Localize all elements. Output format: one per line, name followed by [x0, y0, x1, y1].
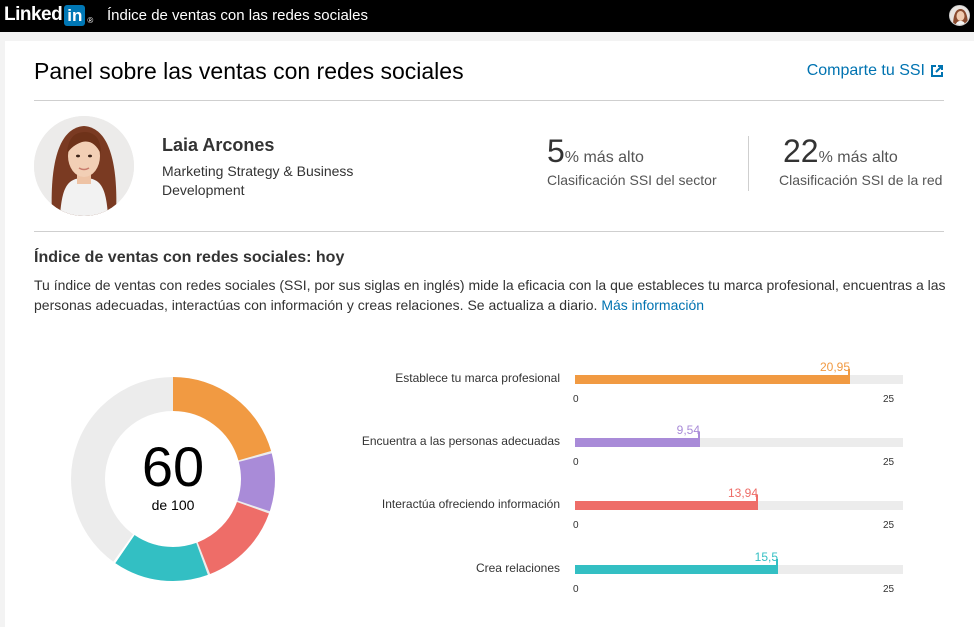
profile-photo [34, 116, 134, 216]
linkedin-logo[interactable]: Linked in ® [4, 4, 93, 26]
axis-max-label: 25 [883, 584, 895, 595]
network-rank: 22% más alto Clasificación SSI de la red [779, 133, 942, 188]
sector-rank-value: 5 [547, 133, 565, 169]
sector-rank-suffix: % más alto [564, 149, 644, 166]
ssi-description: Tu índice de ventas con redes sociales (… [34, 275, 949, 315]
axis-max-label: 25 [883, 394, 895, 405]
bar-label: Interactúa ofreciendo información [381, 497, 560, 511]
bar-value: 13,94 [727, 486, 758, 500]
rank-divider [748, 136, 749, 191]
share-ssi-link[interactable]: Comparte tu SSI [807, 62, 943, 80]
network-rank-label: Clasificación SSI de la red [779, 172, 943, 188]
account-avatar[interactable] [949, 5, 970, 26]
user-avatar-icon [950, 6, 969, 25]
bar-track [575, 495, 903, 510]
profile-name: Laia Arcones [162, 135, 275, 155]
app-title: Índice de ventas con las redes sociales [107, 7, 368, 24]
bar-value: 9,54 [676, 423, 700, 437]
logo-text: Linked [4, 4, 63, 25]
bar-label: Establece tu marca profesional [395, 371, 560, 385]
dashboard-card: Panel sobre las ventas con redes sociale… [5, 41, 974, 627]
profile-role: Marketing Strategy & Business Developmen… [162, 163, 354, 198]
bar-label: Encuentra a las personas adecuadas [361, 434, 560, 448]
top-bar: Linked in ® Índice de ventas con las red… [0, 0, 974, 32]
ssi-section-title: Índice de ventas con redes sociales: hoy [34, 249, 345, 266]
axis-min-label: 0 [573, 584, 579, 595]
ssi-description-text: Tu índice de ventas con redes sociales (… [34, 277, 946, 313]
network-rank-suffix: % más alto [818, 149, 898, 166]
bar-row-people: Encuentra a las personas adecuadas 9,54 … [5, 423, 974, 473]
bar-value: 15,5 [754, 550, 778, 564]
bar-row-insights: Interactúa ofreciendo información 13,94 … [5, 486, 974, 536]
bar-value: 20,95 [819, 360, 850, 374]
more-info-link[interactable]: Más información [601, 297, 704, 313]
axis-min-label: 0 [573, 394, 579, 405]
header-divider [34, 100, 944, 101]
logo-in-badge: in [64, 4, 86, 26]
network-rank-value: 22 [783, 133, 819, 169]
bar-row-brand: Establece tu marca profesional 20,95 0 2… [5, 360, 974, 410]
bar-track [575, 369, 903, 384]
bar-fill [575, 565, 778, 574]
profile-divider [34, 231, 944, 232]
registered-mark: ® [87, 16, 94, 25]
axis-min-label: 0 [573, 520, 579, 531]
axis-max-label: 25 [883, 520, 895, 531]
bar-fill [575, 375, 850, 384]
bar-track [575, 559, 903, 574]
external-link-icon [931, 65, 943, 77]
sector-rank-label: Clasificación SSI del sector [547, 172, 717, 188]
share-ssi-label: Comparte tu SSI [806, 62, 925, 79]
bar-track [575, 432, 903, 447]
bar-fill [575, 438, 700, 447]
profile-portrait-icon [34, 116, 134, 216]
bar-row-relationships: Crea relaciones 15,5 0 25 [5, 550, 974, 600]
bar-fill [575, 501, 758, 510]
axis-max-label: 25 [883, 457, 895, 468]
sector-rank: 5% más alto Clasificación SSI del sector [547, 133, 717, 188]
axis-min-label: 0 [573, 457, 579, 468]
page-title: Panel sobre las ventas con redes sociale… [34, 58, 464, 84]
bar-label: Crea relaciones [475, 561, 560, 575]
